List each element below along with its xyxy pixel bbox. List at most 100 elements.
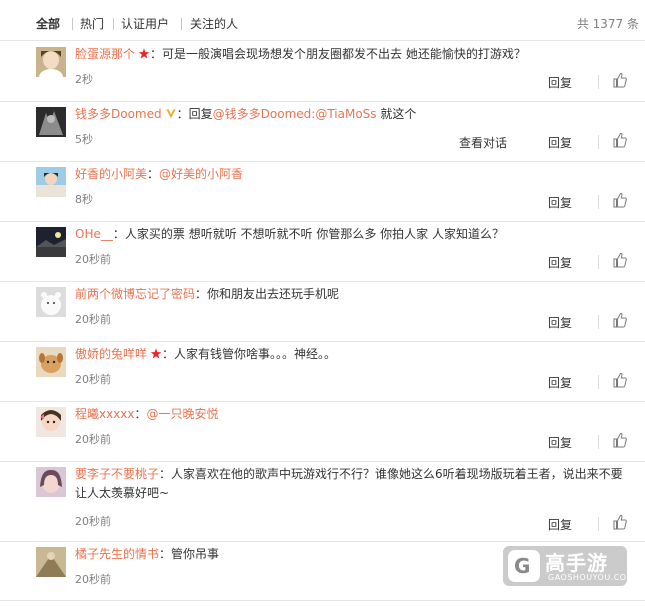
colon-separator: ： [159,467,172,481]
colon-separator: ： [112,227,125,241]
username-link[interactable]: 前两个微博忘记了密码 [75,287,195,301]
comment-text: 可是一般演唱会现场想发个朋友圈都发不出去 她还能愉快的打游戏？ [162,47,526,61]
action-separator [598,517,599,531]
brand-url: GAOSHOUYOU.COM [548,573,635,582]
username-link[interactable]: OHe__ [75,227,113,241]
thumbs-up-icon[interactable] [613,252,627,268]
comment-item: OHe__：人家买的票 想听就听 不想听就不听 你管那么多 你拍人家 人家知道么… [0,222,645,282]
thumbs-up-icon[interactable] [613,372,627,388]
username-link[interactable]: 钱多多Doomed [75,107,162,121]
colon-separator: ： [176,107,189,121]
tab-following[interactable]: 关注的人 [190,16,238,32]
reply-button[interactable]: 回复 [548,374,572,391]
comment-item: 好香的小阿美：@好美的小阿香 8秒 回复 [0,162,645,222]
username-link[interactable]: 傲娇的兔咩咩 [75,347,147,361]
avatar[interactable] [36,287,66,317]
comment-content: 钱多多Doomed ：回复@钱多多Doomed:@TiaMoSs 就这个 [75,105,631,124]
comment-text: 人家买的票 想听就听 不想听就不听 你管那么多 你拍人家 人家知道么？ [124,227,504,241]
avatar[interactable] [36,467,66,497]
thumbs-up-icon[interactable] [613,312,627,328]
tab-hot[interactable]: 热门 [80,16,104,32]
avatar[interactable] [36,47,66,77]
tabs-divider [0,40,645,41]
tab-separator [113,18,114,30]
vip-v-icon [166,109,176,119]
colon-separator: ： [150,47,163,61]
avatar[interactable] [36,227,66,257]
reply-button[interactable]: 回复 [548,134,572,151]
username-link[interactable]: 橘子先生的情书 [75,547,159,561]
brand-name: 高手游 [545,551,608,575]
comment-time: 2秒 [75,73,93,86]
comment-content: 傲娇的兔咩咩 ：人家有钱管你啥事。。。神经。。 [75,345,631,364]
comment-time: 20秒前 [75,313,111,326]
comment-item: 傲娇的兔咩咩 ：人家有钱管你啥事。。。神经。。 20秒前 回复 [0,342,645,402]
action-separator [598,375,599,389]
comment-item: 脸蛋源那个 ：可是一般演唱会现场想发个朋友圈都发不出去 她还能愉快的打游戏？ 2秒… [0,42,645,102]
comment-content: 程曦xxxxx：@一只晚安悦 [75,405,631,424]
mention-link[interactable]: @一只晚安悦 [147,407,219,421]
comment-total-count: 共 1377 条 [576,17,639,31]
comment-item: 要李子不要桃子：人家喜欢在他的歌声中玩游戏行不行？谁像她这么6听着现场版玩着王者… [0,462,645,541]
action-separator [598,315,599,329]
comment-content: 脸蛋源那个 ：可是一般演唱会现场想发个朋友圈都发不出去 她还能愉快的打游戏？ [75,45,631,64]
comment-item: 钱多多Doomed ：回复@钱多多Doomed:@TiaMoSs 就这个 5秒 查… [0,102,645,162]
colon-separator: ： [195,287,208,301]
action-separator [598,195,599,209]
brand-mark-letter: G [514,554,531,578]
watermark-logo: G 高手游 GAOSHOUYOU.COM [503,546,634,586]
thumbs-up-icon[interactable] [613,132,627,148]
comment-item: 程曦xxxxx：@一只晚安悦 20秒前 回复 [0,402,645,462]
username-link[interactable]: 要李子不要桃子 [75,467,159,481]
brand-g-icon: G [508,550,540,582]
row-divider [0,600,645,601]
comment-text: 你和朋友出去还玩手机呢 [207,287,340,301]
comment-content: OHe__：人家买的票 想听就听 不想听就不听 你管那么多 你拍人家 人家知道么… [75,225,631,244]
avatar[interactable] [36,347,66,377]
thumbs-up-icon[interactable] [613,432,627,448]
avatar[interactable] [36,167,66,197]
comment-time: 8秒 [75,193,93,206]
username-link[interactable]: 脸蛋源那个 [75,47,135,61]
avatar[interactable] [36,547,66,577]
star-icon [150,348,162,359]
comment-content: 要李子不要桃子：人家喜欢在他的歌声中玩游戏行不行？谁像她这么6听着现场版玩着王者… [75,465,631,503]
username-link[interactable]: 好香的小阿美 [75,167,147,181]
comment-content: 好香的小阿美：@好美的小阿香 [75,165,631,184]
thumbs-up-icon[interactable] [613,192,627,208]
reply-button[interactable]: 回复 [548,314,572,331]
avatar[interactable] [36,407,66,437]
mention-link[interactable]: @钱多多Doomed:@TiaMoSs [213,107,377,121]
tab-separator [181,18,182,30]
comment-text: 人家有钱管你啥事。。。神经。。 [174,347,337,361]
colon-separator: ： [162,347,175,361]
colon-separator: ： [159,547,172,561]
action-separator [598,75,599,89]
action-separator [598,135,599,149]
reply-button[interactable]: 回复 [548,74,572,91]
comment-time: 20秒前 [75,433,111,446]
reply-button[interactable]: 回复 [548,254,572,271]
view-conversation-link[interactable]: 查看对话 [459,134,507,151]
comment-text: 回复 [188,107,213,121]
action-separator [598,435,599,449]
colon-separator: ： [134,407,147,421]
reply-button[interactable]: 回复 [548,516,572,533]
comment-item: 前两个微博忘记了密码：你和朋友出去还玩手机呢 20秒前 回复 [0,282,645,342]
mention-link[interactable]: @好美的小阿香 [159,167,243,181]
filter-tabs: 全部 热门 认证用户 关注的人 共 1377 条 [0,0,645,44]
thumbs-up-icon[interactable] [613,72,627,88]
comment-time: 20秒前 [75,253,111,266]
reply-button[interactable]: 回复 [548,194,572,211]
tab-all[interactable]: 全部 [36,16,60,32]
thumbs-up-icon[interactable] [613,514,627,530]
star-icon [138,48,150,59]
comment-content: 前两个微博忘记了密码：你和朋友出去还玩手机呢 [75,285,631,304]
username-link[interactable]: 程曦xxxxx [75,407,135,421]
tab-verified[interactable]: 认证用户 [121,16,169,32]
avatar[interactable] [36,107,66,137]
reply-button[interactable]: 回复 [548,434,572,451]
comment-time: 20秒前 [75,573,111,586]
tab-separator [72,18,73,30]
comment-text-after: 就这个 [376,107,417,121]
